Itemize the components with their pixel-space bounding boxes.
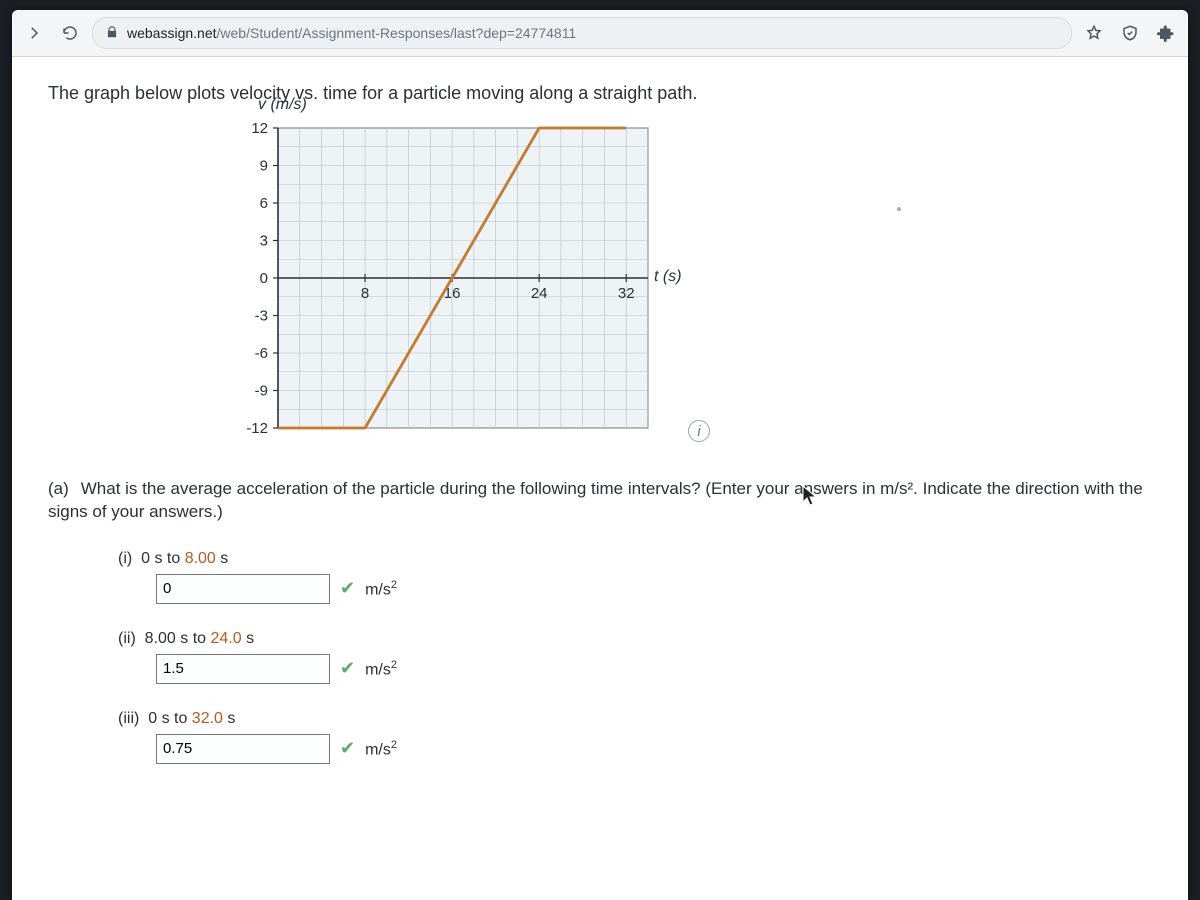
- answer-unit: m/s2: [365, 659, 397, 679]
- answer-unit: m/s2: [365, 579, 397, 599]
- url-domain: webassign.net: [127, 25, 217, 41]
- chart-svg: 129630-3-6-9-128162432: [218, 118, 678, 448]
- sub-range-pre: 0 s to: [148, 710, 192, 727]
- reload-icon[interactable]: [56, 19, 84, 47]
- question-label: (a): [48, 478, 76, 501]
- sub-range-highlight: 24.0: [210, 630, 241, 647]
- answer-unit: m/s2: [365, 739, 397, 759]
- answer-input[interactable]: [156, 734, 330, 764]
- svg-text:0: 0: [260, 270, 268, 287]
- svg-text:24: 24: [531, 285, 548, 302]
- check-icon: ✔: [340, 738, 355, 759]
- sub-range-post: s: [223, 710, 235, 727]
- star-icon[interactable]: [1080, 19, 1108, 47]
- sub-range-post: s: [216, 550, 228, 567]
- svg-text:-6: -6: [255, 345, 268, 362]
- answer-row: ✔ m/s2: [156, 734, 1152, 764]
- svg-text:-3: -3: [255, 308, 268, 325]
- speck: [897, 207, 901, 211]
- address-bar[interactable]: webassign.net/web/Student/Assignment-Res…: [92, 17, 1072, 49]
- answer-input[interactable]: [156, 574, 330, 604]
- sub-roman: (ii): [118, 630, 136, 647]
- answer-row: ✔ m/s2: [156, 654, 1152, 684]
- sub-range-pre: 8.00 s to: [145, 630, 211, 647]
- check-icon: ✔: [340, 658, 355, 679]
- svg-text:-9: -9: [255, 383, 268, 400]
- sub-range-highlight: 8.00: [185, 550, 216, 567]
- svg-text:12: 12: [251, 120, 268, 137]
- browser-toolbar: webassign.net/web/Student/Assignment-Res…: [12, 10, 1188, 57]
- svg-text:6: 6: [260, 195, 268, 212]
- subquestion-head: (i) 0 s to 8.00 s: [118, 550, 1152, 568]
- svg-text:8: 8: [361, 285, 369, 302]
- sub-range-highlight: 32.0: [192, 710, 223, 727]
- forward-icon[interactable]: [20, 19, 48, 47]
- answer-input[interactable]: [156, 654, 330, 684]
- svg-text:-12: -12: [246, 420, 268, 437]
- svg-text:9: 9: [260, 158, 268, 175]
- page-content: The graph below plots velocity vs. time …: [12, 57, 1188, 900]
- subquestion-2: (ii) 8.00 s to 24.0 s ✔ m/s2: [118, 630, 1152, 684]
- sub-roman: (iii): [118, 710, 139, 727]
- answer-row: ✔ m/s2: [156, 574, 1152, 604]
- sub-range-post: s: [242, 630, 254, 647]
- subquestion-3: (iii) 0 s to 32.0 s ✔ m/s2: [118, 710, 1152, 764]
- intro-text: The graph below plots velocity vs. time …: [48, 83, 1152, 104]
- question-a: (a) What is the average acceleration of …: [48, 478, 1152, 524]
- x-axis-label: t (s): [654, 268, 682, 286]
- extension-icon[interactable]: [1152, 19, 1180, 47]
- subquestion-head: (ii) 8.00 s to 24.0 s: [118, 630, 1152, 648]
- velocity-time-graph: v (m/s) 129630-3-6-9-128162432 t (s) i: [218, 118, 1152, 448]
- url-path: /web/Student/Assignment-Responses/last?d…: [217, 25, 577, 41]
- info-icon[interactable]: i: [688, 420, 710, 442]
- shield-check-icon[interactable]: [1116, 19, 1144, 47]
- subquestion-head: (iii) 0 s to 32.0 s: [118, 710, 1152, 728]
- question-text: What is the average acceleration of the …: [48, 479, 1143, 521]
- svg-text:32: 32: [618, 285, 635, 302]
- sub-range-pre: 0 s to: [141, 550, 185, 567]
- lock-icon: [105, 25, 119, 42]
- check-icon: ✔: [340, 578, 355, 599]
- y-axis-label: v (m/s): [258, 96, 307, 114]
- sub-roman: (i): [118, 550, 132, 567]
- svg-text:3: 3: [260, 233, 268, 250]
- subquestion-1: (i) 0 s to 8.00 s ✔ m/s2: [118, 550, 1152, 604]
